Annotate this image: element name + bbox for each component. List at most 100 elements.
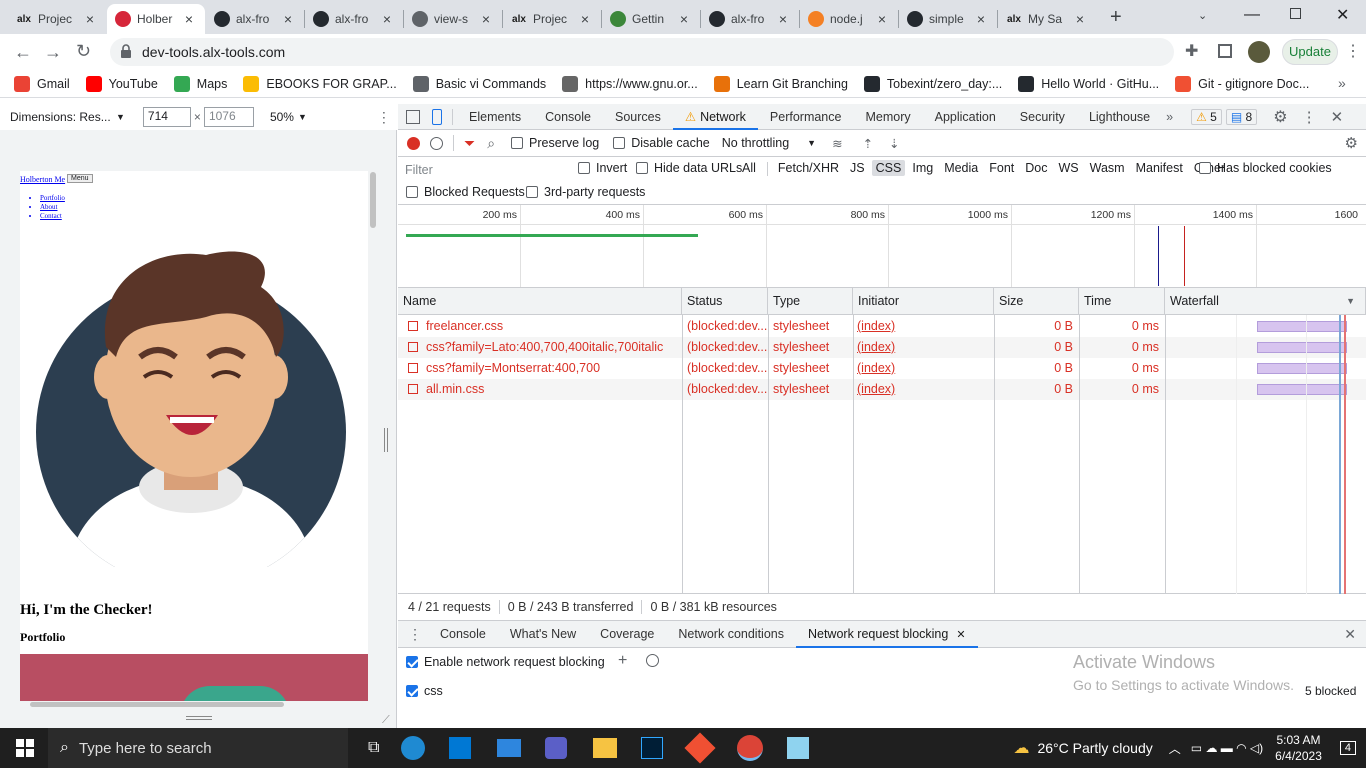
reload-icon[interactable]: ↻: [76, 41, 91, 62]
notifications-badge[interactable]: 4: [1339, 741, 1356, 755]
devtools-tab-lighthouse[interactable]: Lighthouse: [1077, 104, 1162, 130]
side-panel-icon[interactable]: [1218, 44, 1232, 58]
browser-tab[interactable]: alx My Sa ×: [998, 4, 1096, 34]
settings-gear-icon[interactable]: ⚙: [1273, 107, 1287, 127]
hide-data-urls-checkbox[interactable]: Hide data URLs: [636, 161, 742, 175]
column-header-waterfall[interactable]: Waterfall ▼: [1165, 288, 1366, 315]
store-icon[interactable]: [449, 737, 472, 759]
column-header-status[interactable]: Status: [682, 288, 768, 315]
import-har-icon[interactable]: ⇡: [863, 136, 873, 151]
back-icon[interactable]: ←: [14, 42, 32, 63]
close-window-icon[interactable]: ✕: [1336, 5, 1349, 25]
address-bar[interactable]: dev-tools.alx-tools.com: [110, 38, 1174, 66]
search-icon[interactable]: ⌕: [487, 135, 495, 152]
blocking-pattern-row[interactable]: css: [406, 684, 443, 698]
filter-type-ws[interactable]: WS: [1054, 160, 1082, 176]
add-pattern-icon[interactable]: +: [618, 652, 627, 670]
new-tab-icon[interactable]: +: [1110, 6, 1122, 29]
close-tab-icon[interactable]: ×: [676, 11, 692, 27]
bookmark-item[interactable]: Basic vi Commands: [412, 75, 546, 92]
column-header-type[interactable]: Type: [768, 288, 853, 315]
teams-icon[interactable]: [545, 737, 568, 759]
viewport-vscroll-thumb[interactable]: [370, 172, 376, 228]
browser-tab[interactable]: alx-fro ×: [305, 4, 403, 34]
drawer-tab-what-s-new[interactable]: What's New: [498, 621, 588, 648]
column-header-initiator[interactable]: Initiator: [853, 288, 994, 315]
extensions-icon[interactable]: ✚: [1185, 41, 1198, 61]
filter-type-wasm[interactable]: Wasm: [1086, 160, 1129, 176]
browser-tab[interactable]: alx-fro ×: [701, 4, 799, 34]
devtools-tab-console[interactable]: Console: [533, 104, 603, 130]
weather-text[interactable]: 26°C Partly cloudy: [1037, 740, 1152, 756]
chrome-icon[interactable]: [737, 735, 764, 761]
filter-funnel-icon[interactable]: ⏷: [464, 135, 475, 152]
preview-nav-link[interactable]: About: [40, 203, 65, 212]
close-tab-icon[interactable]: ×: [874, 11, 890, 27]
bookmarks-overflow-icon[interactable]: »: [1338, 75, 1346, 91]
viewport-corner-resize-icon[interactable]: ⟋: [382, 714, 390, 727]
close-tab-icon[interactable]: ×: [280, 11, 296, 27]
throttling-select[interactable]: No throttling: [722, 136, 789, 150]
bookmark-item[interactable]: EBOOKS FOR GRAP...: [243, 75, 397, 92]
request-row[interactable]: all.min.css (blocked:dev... stylesheet (ind…: [398, 379, 1366, 400]
close-tab-icon[interactable]: ×: [478, 11, 494, 27]
task-view-icon[interactable]: ⧉: [368, 739, 379, 757]
bookmark-item[interactable]: Maps: [173, 75, 227, 92]
invert-checkbox[interactable]: Invert: [578, 161, 627, 175]
column-header-name[interactable]: Name: [398, 288, 682, 315]
update-button[interactable]: Update: [1282, 39, 1338, 65]
close-tab-icon[interactable]: ×: [379, 11, 395, 27]
device-width-input[interactable]: 714: [142, 107, 191, 127]
drawer-tab-network-request-blocking[interactable]: Network request blocking ✕: [795, 621, 978, 648]
browser-tab[interactable]: Holber ×: [107, 4, 205, 34]
zoom-select[interactable]: 50%: [270, 110, 294, 124]
browser-tab[interactable]: Gettin ×: [602, 4, 700, 34]
column-header-time[interactable]: Time: [1079, 288, 1165, 315]
clear-icon[interactable]: [430, 136, 443, 150]
close-drawer-tab-icon[interactable]: ✕: [956, 629, 965, 641]
throttling-dropdown-icon[interactable]: ▼: [807, 138, 816, 148]
browser-tab[interactable]: alx Projec ×: [503, 4, 601, 34]
third-party-checkbox[interactable]: 3rd-party requests: [526, 185, 645, 199]
browser-tab[interactable]: simple ×: [899, 4, 997, 34]
browser-tab[interactable]: view-s ×: [404, 4, 502, 34]
browser-tab[interactable]: alx-fro ×: [206, 4, 304, 34]
photoshop-icon[interactable]: [641, 737, 664, 759]
browser-tab[interactable]: alx Projec ×: [8, 4, 106, 34]
filter-type-media[interactable]: Media: [940, 160, 982, 176]
devtools-tab-sources[interactable]: Sources: [603, 104, 673, 130]
bookmark-item[interactable]: Learn Git Branching: [713, 75, 848, 92]
close-tab-icon[interactable]: ×: [577, 11, 593, 27]
request-initiator[interactable]: (index): [853, 337, 994, 358]
messages-badge[interactable]: ▤ 8: [1225, 108, 1258, 125]
bookmark-item[interactable]: https://www.gnu.or...: [562, 75, 698, 92]
preview-nav-link[interactable]: Portfolio: [40, 194, 65, 203]
close-tab-icon[interactable]: ×: [775, 11, 791, 27]
taskbar-search-box[interactable]: ⌕ Type here to search: [48, 728, 348, 768]
more-tabs-icon[interactable]: »: [1166, 110, 1173, 124]
zoom-dropdown-icon[interactable]: ▼: [298, 112, 307, 122]
bookmark-item[interactable]: YouTube: [85, 75, 158, 92]
drawer-tab-console[interactable]: Console: [428, 621, 498, 648]
tray-overflow-icon[interactable]: ︿: [1169, 740, 1181, 757]
close-drawer-icon[interactable]: ✕: [1344, 626, 1356, 643]
devtools-tab-network[interactable]: ⚠ Network: [672, 104, 758, 130]
notepad-icon[interactable]: [787, 737, 810, 759]
edge-icon[interactable]: [401, 736, 426, 760]
devtools-menu-icon[interactable]: ⋮: [1302, 108, 1317, 126]
preserve-log-checkbox[interactable]: Preserve log: [511, 136, 599, 150]
request-initiator[interactable]: (index): [853, 379, 994, 400]
devtools-tab-performance[interactable]: Performance: [758, 104, 854, 130]
record-icon[interactable]: [407, 136, 420, 150]
close-tab-icon[interactable]: ×: [973, 11, 989, 27]
inspect-element-icon[interactable]: [406, 109, 420, 124]
drawer-tab-coverage[interactable]: Coverage: [588, 621, 666, 648]
profile-avatar[interactable]: [1248, 41, 1270, 63]
preview-menu-button[interactable]: Menu: [67, 174, 93, 183]
browser-tab[interactable]: node.j ×: [800, 4, 898, 34]
bookmark-item[interactable]: Tobexint/zero_day:...: [863, 75, 1002, 92]
request-row[interactable]: css?family=Montserrat:400,700 (blocked:de…: [398, 358, 1366, 379]
viewport-hscroll-thumb[interactable]: [30, 702, 284, 707]
tab-search-icon[interactable]: ⌄: [1198, 9, 1207, 22]
filter-type-js[interactable]: JS: [846, 160, 869, 176]
